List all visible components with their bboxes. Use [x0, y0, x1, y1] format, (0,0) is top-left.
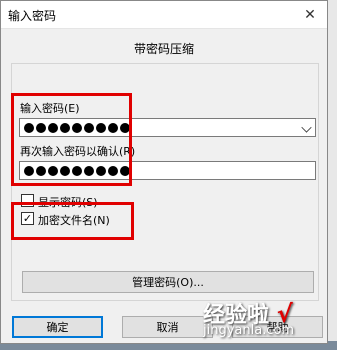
password-mask [24, 122, 130, 133]
watermark: 经验啦 √ jingyanla.com [203, 297, 294, 338]
password-dot [60, 122, 70, 133]
password-dot [120, 165, 130, 176]
password-dot [24, 122, 34, 133]
password-dot [96, 122, 106, 133]
password-dot [72, 122, 82, 133]
password-dot [48, 122, 58, 133]
confirm-password-label: 再次输入密码以确认(R) [20, 145, 136, 158]
confirm-password-mask [24, 165, 130, 176]
password-input[interactable] [19, 118, 316, 137]
window-title: 输入密码 [8, 9, 57, 23]
close-icon[interactable]: ✕ [293, 1, 327, 28]
chevron-down-icon[interactable] [301, 122, 312, 133]
password-dot [48, 165, 58, 176]
password-dot [84, 122, 94, 133]
confirm-password-input[interactable] [19, 161, 316, 180]
password-dot [72, 165, 82, 176]
password-dot [36, 165, 46, 176]
password-dot [84, 165, 94, 176]
password-dot [108, 122, 118, 133]
password-dot [24, 165, 34, 176]
password-dot [60, 165, 70, 176]
password-label: 输入密码(E) [20, 102, 80, 115]
password-dot [120, 122, 130, 133]
encrypt-filenames-checkbox[interactable]: ✓ [21, 212, 34, 225]
show-password-label: 显示密码(S) [38, 196, 98, 209]
dialog-subtitle: 带密码压缩 [133, 42, 194, 56]
password-dialog: 输入密码 ✕ 带密码压缩 输入密码(E) 再次输入密码以确认(R) 显示密码(S… [0, 0, 328, 344]
password-dot [108, 165, 118, 176]
show-password-checkbox[interactable] [21, 194, 34, 207]
watermark-domain: jingyanla.com [203, 323, 295, 338]
cancel-button[interactable]: 取消 [122, 316, 213, 338]
manage-passwords-button[interactable]: 管理密码(O)... [22, 271, 314, 293]
password-dot [36, 122, 46, 133]
encrypt-filenames-label: 加密文件名(N) [38, 214, 110, 227]
password-dot [96, 165, 106, 176]
title-bar: 输入密码 ✕ [1, 1, 327, 29]
ok-button[interactable]: 确定 [12, 316, 103, 338]
password-group [11, 63, 319, 301]
